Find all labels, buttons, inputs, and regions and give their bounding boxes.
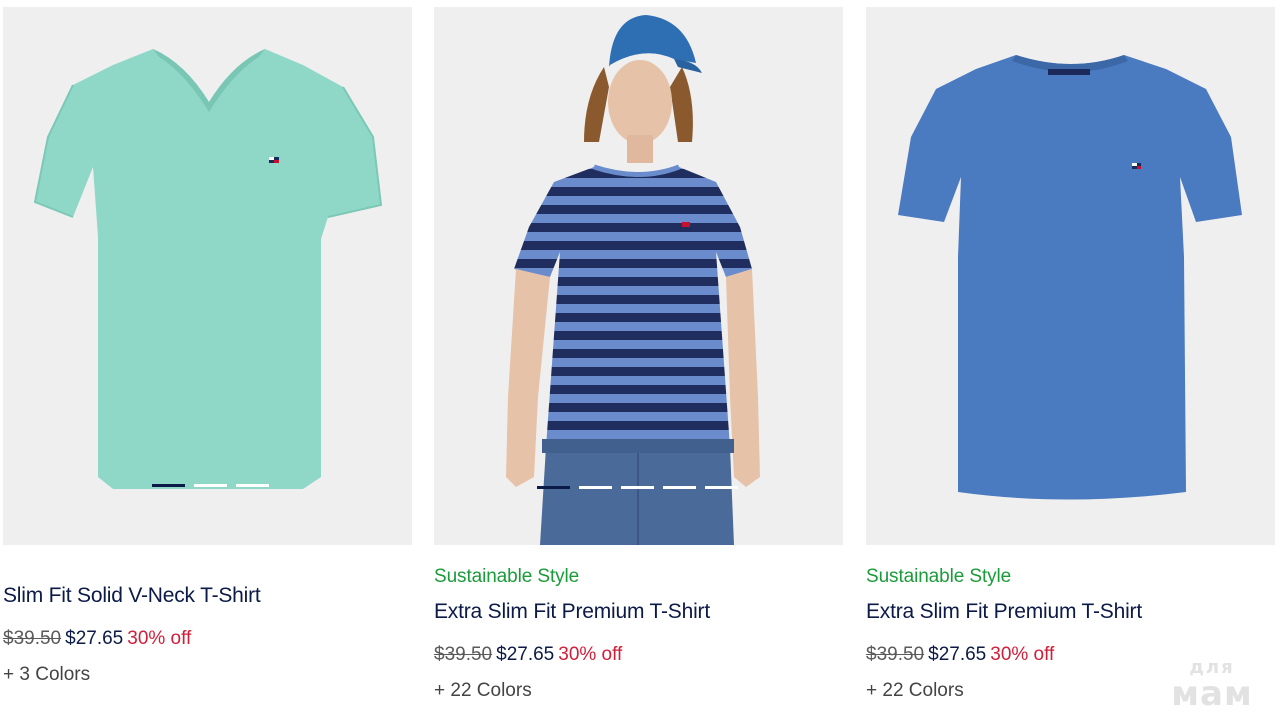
sale-price: $27.65 [928, 644, 987, 665]
product-name[interactable]: Extra Slim Fit Premium T-Shirt [866, 599, 1275, 625]
discount-label: 30% off [127, 628, 192, 649]
original-price: $39.50 [866, 644, 925, 665]
product-image[interactable] [866, 7, 1275, 545]
model-striped-tshirt-image [506, 15, 760, 545]
carousel-dot[interactable] [194, 484, 227, 487]
carousel-dot[interactable] [537, 486, 570, 489]
more-colors-link[interactable]: + 22 Colors [434, 679, 843, 703]
product-name[interactable]: Slim Fit Solid V-Neck T-Shirt [3, 583, 412, 609]
vneck-tshirt-image [33, 49, 383, 489]
watermark-logo: для мам [1162, 659, 1262, 714]
discount-label: 30% off [990, 644, 1055, 665]
product-price: $39.50 $27.65 30% off [3, 627, 412, 651]
promo-label: Sustainable Style [434, 566, 580, 587]
product-grid: Slim Fit Solid V-Neck T-Shirt $39.50 $27.… [0, 0, 1280, 721]
image-carousel-dots [537, 486, 738, 489]
carousel-dot[interactable] [621, 486, 654, 489]
discount-label: 30% off [558, 644, 623, 665]
image-carousel-dots [152, 484, 269, 487]
carousel-dot[interactable] [663, 486, 696, 489]
carousel-dot[interactable] [152, 484, 185, 487]
carousel-dot[interactable] [705, 486, 738, 489]
sale-price: $27.65 [496, 644, 555, 665]
carousel-dot[interactable] [579, 486, 612, 489]
original-price: $39.50 [3, 628, 62, 649]
product-card[interactable]: Sustainable Style Extra Slim Fit Premium… [866, 7, 1275, 703]
product-card[interactable]: Sustainable Style Extra Slim Fit Premium… [434, 7, 843, 703]
original-price: $39.50 [434, 644, 493, 665]
watermark-line2: мам [1171, 674, 1253, 714]
product-name[interactable]: Extra Slim Fit Premium T-Shirt [434, 599, 843, 625]
more-colors-link[interactable]: + 3 Colors [3, 663, 412, 687]
carousel-dot[interactable] [236, 484, 269, 487]
product-image[interactable] [3, 7, 412, 545]
crewneck-tshirt-image [898, 55, 1242, 500]
product-image[interactable] [434, 7, 843, 545]
promo-label: Sustainable Style [866, 566, 1012, 587]
product-card[interactable]: Slim Fit Solid V-Neck T-Shirt $39.50 $27.… [3, 7, 412, 687]
product-price: $39.50 $27.65 30% off [434, 643, 843, 667]
sale-price: $27.65 [65, 628, 124, 649]
